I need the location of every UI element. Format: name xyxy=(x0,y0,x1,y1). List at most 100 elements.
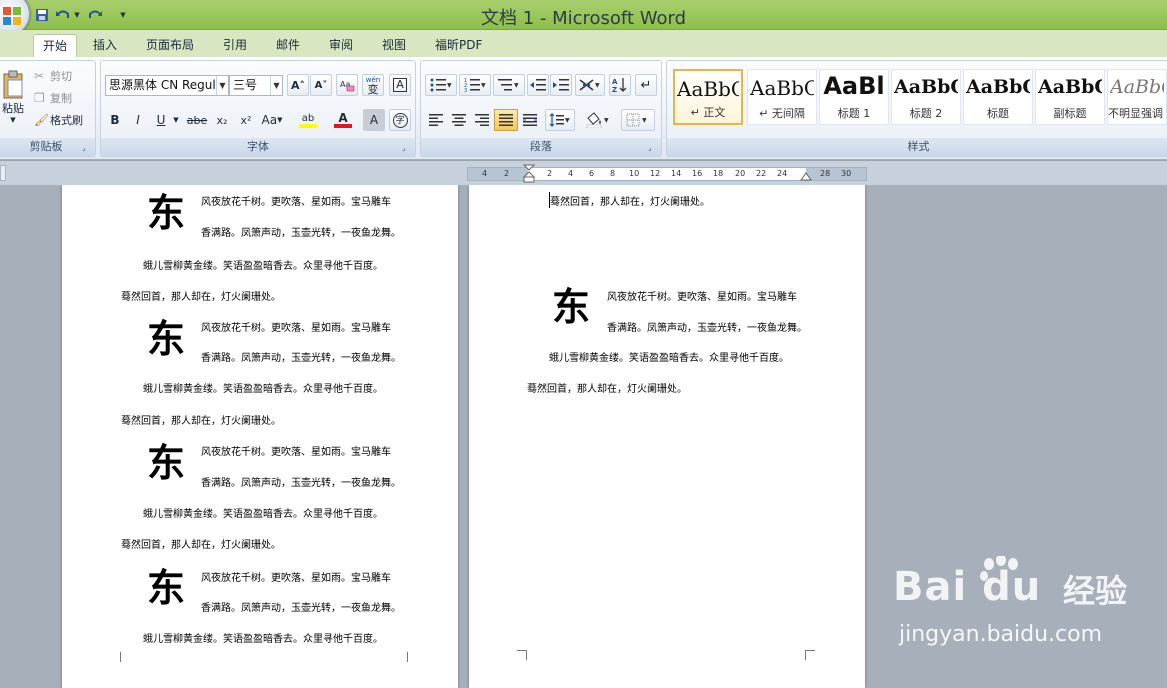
cut-label: 剪切 xyxy=(50,70,72,83)
paste-button[interactable]: 粘贴 ▼ xyxy=(1,65,25,129)
tab-home[interactable]: 开始 xyxy=(33,34,78,57)
document-page[interactable]: 蓦然回首，那人却在，灯火阑珊处。 东 风夜放花千树。更吹落、星如雨。宝马雕车 香… xyxy=(469,185,865,688)
chevron-down-icon[interactable]: ▼ xyxy=(270,76,282,95)
style-name: ↵ 正文 xyxy=(690,106,726,119)
style-sample: AaBbC xyxy=(894,76,958,98)
styles-group: AaBbC ↵ 正文 AaBbC ↵ 无间隔 AaBl 标题 1 AaBbC 标… xyxy=(666,60,1167,157)
tab-review[interactable]: 审阅 xyxy=(320,34,362,57)
font-size-combo[interactable]: 三号 ▼ xyxy=(229,75,283,96)
style-title[interactable]: AaBbC 标题 xyxy=(963,69,1033,125)
line-spacing-button[interactable]: ▼ xyxy=(545,109,575,131)
style-subtle-emphasis[interactable]: AaBbC 不明显强调 xyxy=(1107,69,1167,125)
style-sample: AaBbC xyxy=(966,76,1030,98)
svg-text:▼: ▼ xyxy=(565,117,570,124)
font-name-combo[interactable]: 思源黑体 CN Regul ▼ xyxy=(105,75,229,96)
indent-markers-icon[interactable] xyxy=(523,164,535,184)
font-size-value: 三号 xyxy=(233,78,258,92)
numbered-list-icon: 123▼ xyxy=(464,78,486,92)
increase-indent-button[interactable] xyxy=(550,74,572,96)
chinese-layout-button[interactable]: ▼ xyxy=(575,74,605,96)
borders-button[interactable]: ▼ xyxy=(621,109,655,131)
justify-button[interactable] xyxy=(494,109,518,131)
strikethrough-button[interactable]: abe xyxy=(185,109,209,131)
font-group: 思源黑体 CN Regul ▼ 三号 ▼ A˄ A˅ Aa wén 变 A B … xyxy=(100,60,416,157)
ribbon: 粘贴 ▼ ✂ 剪切 ❐ 复制 🖌 格式刷 剪贴板 ⌟ 思源黑体 CN Regul ▼ … xyxy=(0,57,1167,160)
tab-insert[interactable]: 插入 xyxy=(84,34,126,57)
style-heading-1[interactable]: AaBl 标题 1 xyxy=(819,69,889,125)
svg-text:▼: ▼ xyxy=(481,82,486,89)
chevron-down-icon[interactable]: ▼ xyxy=(216,76,228,95)
style-no-spacing[interactable]: AaBbC ↵ 无间隔 xyxy=(747,69,817,125)
character-shading-icon: A xyxy=(369,113,379,127)
bullets-button[interactable]: ▼ xyxy=(425,74,457,96)
numbering-button[interactable]: 1 2 3 ▼ xyxy=(459,74,491,96)
highlight-button[interactable]: ab xyxy=(291,109,325,131)
grow-font-button[interactable]: A˄ xyxy=(287,74,309,96)
enclose-characters-button[interactable]: 字 xyxy=(389,109,411,131)
character-shading-button[interactable]: A xyxy=(363,109,385,131)
tab-references[interactable]: 引用 xyxy=(214,34,256,57)
align-center-button[interactable] xyxy=(448,109,470,131)
distributed-button[interactable] xyxy=(519,109,541,131)
style-name: 标题 xyxy=(987,107,1009,120)
bold-button[interactable]: B xyxy=(105,109,125,131)
eraser-icon: Aa xyxy=(340,80,355,92)
document-page[interactable]: 东 风夜放花千树。更吹落、星如雨。宝马雕车 香满路。凤箫声动，玉壶光转，一夜鱼龙… xyxy=(62,185,458,688)
text-line: 香满路。凤箫声动，玉壶光转，一夜鱼龙舞。 xyxy=(201,228,401,239)
style-name: 标题 1 xyxy=(837,107,871,120)
style-heading-2[interactable]: AaBbC 标题 2 xyxy=(891,69,961,125)
bullet-list-icon: ▼ xyxy=(430,78,452,92)
ruler-corner-button[interactable] xyxy=(0,165,6,181)
paragraph-group-label: 段落 xyxy=(421,138,661,156)
dialog-launcher-icon[interactable]: ⌟ xyxy=(82,143,92,153)
ruler-tick: 28 xyxy=(820,169,831,178)
text-line: 蓦然回首，那人却在，灯火阑珊处。 xyxy=(121,540,281,551)
underline-button[interactable]: U xyxy=(151,109,171,131)
chevron-down-icon[interactable]: ▼ xyxy=(171,109,181,131)
text-line: 香满路。凤箫声动，玉壶光转，一夜鱼龙舞。 xyxy=(201,603,401,614)
margin-corner-mark xyxy=(517,650,527,660)
margin-corner-mark xyxy=(120,652,130,662)
styles-group-label: 样式 xyxy=(667,138,1167,156)
chevron-down-icon: ▼ xyxy=(277,116,283,124)
dialog-launcher-icon[interactable]: ⌟ xyxy=(402,143,412,153)
decrease-indent-button[interactable] xyxy=(527,74,549,96)
right-indent-marker-icon[interactable] xyxy=(800,171,812,181)
italic-button[interactable]: I xyxy=(128,109,148,131)
tab-view[interactable]: 视图 xyxy=(373,34,415,57)
shading-button[interactable]: ▼ xyxy=(581,109,615,131)
superscript-button[interactable]: x² xyxy=(235,109,257,131)
style-sample: AaBbC xyxy=(677,77,739,101)
tab-foxit-pdf[interactable]: 福昕PDF xyxy=(426,34,491,57)
subscript-button[interactable]: x₂ xyxy=(211,109,233,131)
align-right-button[interactable] xyxy=(471,109,493,131)
change-case-button[interactable]: Aa ▼ xyxy=(259,109,285,131)
tab-page-layout[interactable]: 页面布局 xyxy=(137,34,203,57)
cut-button[interactable]: ✂ 剪切 xyxy=(33,65,91,87)
text-line: 风夜放花千树。更吹落、星如雨。宝马雕车 xyxy=(201,573,391,584)
style-subtitle[interactable]: AaBbC 副标题 xyxy=(1035,69,1105,125)
watermark-url: jingyan.baidu.com xyxy=(899,622,1103,647)
horizontal-ruler[interactable]: 4 2 2 4 6 8 10 12 14 16 18 20 22 24 28 3… xyxy=(467,164,867,184)
text-line: 风夜放花千树。更吹落、星如雨。宝马雕车 xyxy=(201,447,391,458)
drop-cap: 东 xyxy=(147,317,186,361)
multilevel-list-button[interactable]: ▼ xyxy=(493,74,525,96)
svg-text:▼: ▼ xyxy=(447,82,452,89)
paintbrush-icon: 🖌 xyxy=(34,113,50,127)
dialog-launcher-icon[interactable]: ⌟ xyxy=(648,143,658,153)
show-hide-marks-button[interactable]: ↵ xyxy=(635,74,657,96)
shrink-font-button[interactable]: A˅ xyxy=(310,74,332,96)
right-margin-region xyxy=(806,168,866,180)
character-border-button[interactable]: A xyxy=(389,74,411,96)
tab-mailings[interactable]: 邮件 xyxy=(267,34,309,57)
clear-format-button[interactable]: Aa xyxy=(336,74,358,96)
format-painter-button[interactable]: 🖌 格式刷 xyxy=(33,109,91,131)
clipboard-group-label: 剪贴板 xyxy=(0,138,95,156)
ruler-tick: 10 xyxy=(629,169,640,178)
copy-button[interactable]: ❐ 复制 xyxy=(33,87,91,109)
font-color-button[interactable]: A xyxy=(327,109,359,131)
sort-button[interactable]: AZ xyxy=(609,74,631,96)
phonetic-guide-button[interactable]: wén 变 xyxy=(362,74,384,96)
style-normal[interactable]: AaBbC ↵ 正文 xyxy=(673,69,743,125)
align-left-button[interactable] xyxy=(425,109,447,131)
